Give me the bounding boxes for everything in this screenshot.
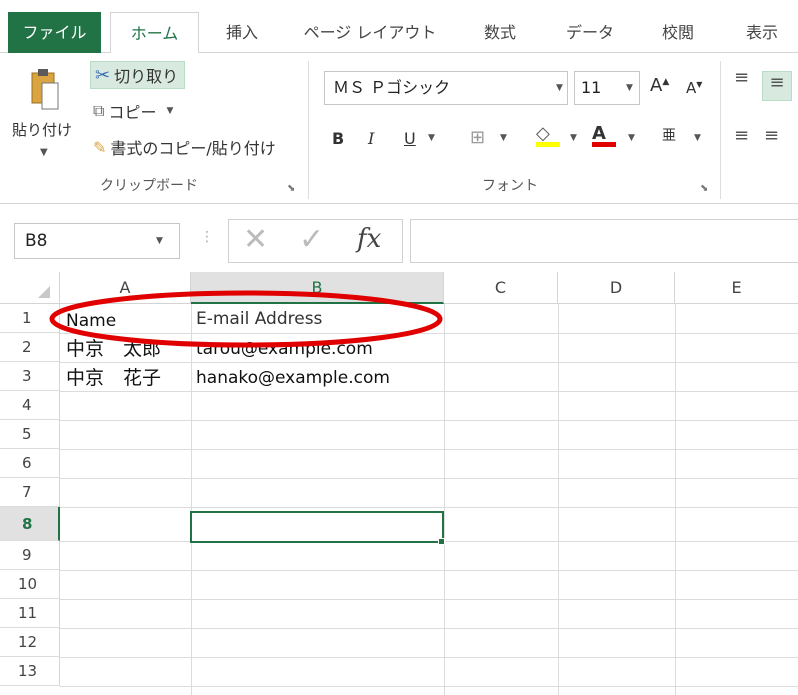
row-header-7[interactable]: 7	[0, 478, 60, 507]
row-header-6[interactable]: 6	[0, 449, 60, 478]
row-header-5[interactable]: 5	[0, 420, 60, 449]
tab-home[interactable]: ホーム	[110, 12, 199, 54]
grid-line	[60, 362, 798, 363]
active-cell-b8[interactable]	[190, 511, 444, 543]
font-group-label: フォント	[482, 178, 538, 194]
format-painter-button[interactable]: ✎ 書式のコピー/貼り付け	[93, 135, 276, 159]
scissors-icon: ✂	[95, 64, 111, 86]
cell-a3[interactable]: 中京 花子	[66, 363, 161, 392]
insert-function-icon[interactable]: fx	[357, 224, 381, 254]
row-header-8[interactable]: 8	[0, 507, 60, 541]
row-header-12[interactable]: 12	[0, 628, 60, 657]
align-top-icon[interactable]: ≡	[734, 67, 749, 88]
group-separator	[308, 61, 309, 199]
font-color-icon[interactable]: A	[592, 123, 616, 147]
tab-file[interactable]: ファイル	[8, 12, 101, 53]
row-header-13[interactable]: 13	[0, 657, 60, 686]
enter-check-icon[interactable]: ✓	[299, 222, 324, 257]
name-box-dropdown-icon[interactable]: ▼	[156, 236, 163, 246]
tab-insert[interactable]: 挿入	[210, 12, 274, 53]
font-name-dropdown-icon[interactable]: ▼	[556, 83, 563, 93]
grid-line	[60, 478, 798, 479]
formula-bar-grip-icon: ⋮	[200, 229, 214, 245]
italic-button[interactable]: I	[368, 129, 374, 148]
tab-page-layout[interactable]: ページ レイアウト	[290, 12, 450, 53]
align-middle-icon[interactable]: ≡	[762, 71, 792, 101]
grid-line	[60, 449, 798, 450]
paste-dropdown-icon[interactable]: ▼	[40, 147, 48, 158]
phonetic-dropdown-icon[interactable]: ▼	[694, 133, 701, 143]
grid-line	[60, 507, 798, 508]
font-size-dropdown-icon[interactable]: ▼	[626, 83, 633, 93]
annotation-ellipse	[49, 290, 443, 348]
increase-font-size-icon[interactable]: A▲	[650, 75, 669, 96]
row-header-10[interactable]: 10	[0, 570, 60, 599]
paste-label: 貼り付け	[12, 121, 73, 139]
decrease-font-size-icon[interactable]: A▼	[686, 79, 702, 97]
align-left-icon[interactable]: ≡	[734, 125, 749, 146]
row-header-4[interactable]: 4	[0, 391, 60, 420]
copy-button[interactable]: ⧉ コピー ▼	[93, 99, 173, 123]
grid-line	[60, 657, 798, 658]
cut-label: 切り取り	[114, 67, 179, 86]
ribbon-home-panel: 貼り付け ▼ ✂ 切り取り ⧉ コピー ▼ ✎ 書式のコピー/貼り付け クリップ…	[0, 53, 798, 204]
font-launcher-icon[interactable]: ⬊	[700, 183, 708, 194]
fill-handle[interactable]	[438, 538, 445, 545]
column-header-c[interactable]: C	[444, 272, 558, 304]
tab-view[interactable]: 表示	[730, 12, 794, 53]
copy-label: コピー	[108, 103, 157, 122]
border-icon[interactable]: ⊞	[470, 127, 485, 148]
bold-button[interactable]: B	[332, 129, 344, 148]
tab-formulas[interactable]: 数式	[468, 12, 532, 53]
clipboard-group-label: クリップボード	[100, 178, 198, 194]
row-header-9[interactable]: 9	[0, 541, 60, 570]
cancel-icon[interactable]: ✕	[243, 222, 268, 257]
grid-line	[60, 686, 798, 687]
row-header-3[interactable]: 3	[0, 362, 60, 391]
clipboard-icon	[31, 69, 59, 110]
font-color-dropdown-icon[interactable]: ▼	[628, 133, 635, 143]
grid-line	[60, 628, 798, 629]
cell-b3[interactable]: hanako@example.com	[196, 363, 390, 392]
group-separator	[720, 61, 721, 199]
fill-color-icon[interactable]: ◇	[536, 123, 560, 147]
tab-review[interactable]: 校閲	[646, 12, 710, 53]
align-center-icon[interactable]: ≡	[764, 125, 779, 146]
column-header-d[interactable]: D	[558, 272, 675, 304]
formula-buttons: ✕ ✓ fx	[228, 219, 403, 263]
copy-icon: ⧉	[93, 101, 105, 120]
format-painter-label: 書式のコピー/貼り付け	[110, 139, 276, 158]
clipboard-launcher-icon[interactable]: ⬊	[287, 183, 295, 194]
formula-bar: B8 ▼ ⋮ ✕ ✓ fx	[0, 205, 798, 272]
ribbon-tab-bar: ファイル ホーム 挿入 ページ レイアウト 数式 データ 校閲 表示	[0, 0, 798, 54]
underline-dropdown-icon[interactable]: ▼	[428, 133, 435, 143]
paintbrush-icon: ✎	[93, 137, 107, 157]
phonetic-guide-icon[interactable]: 亜	[662, 125, 676, 145]
copy-dropdown-icon[interactable]: ▼	[166, 106, 173, 116]
tab-data[interactable]: データ	[552, 12, 628, 53]
fill-color-dropdown-icon[interactable]: ▼	[570, 133, 577, 143]
font-name-select[interactable]: ＭＳ Ｐゴシック	[324, 71, 568, 105]
cut-button[interactable]: ✂ 切り取り	[90, 61, 186, 89]
grid-line	[60, 420, 798, 421]
formula-input[interactable]	[410, 219, 798, 263]
underline-button[interactable]: U	[404, 129, 416, 148]
border-dropdown-icon[interactable]: ▼	[500, 133, 507, 143]
grid-line	[60, 599, 798, 600]
grid-line	[60, 570, 798, 571]
row-header-11[interactable]: 11	[0, 599, 60, 628]
paste-button[interactable]: 貼り付け ▼	[8, 61, 80, 173]
column-header-e[interactable]: E	[675, 272, 798, 304]
grid-line	[60, 391, 798, 392]
